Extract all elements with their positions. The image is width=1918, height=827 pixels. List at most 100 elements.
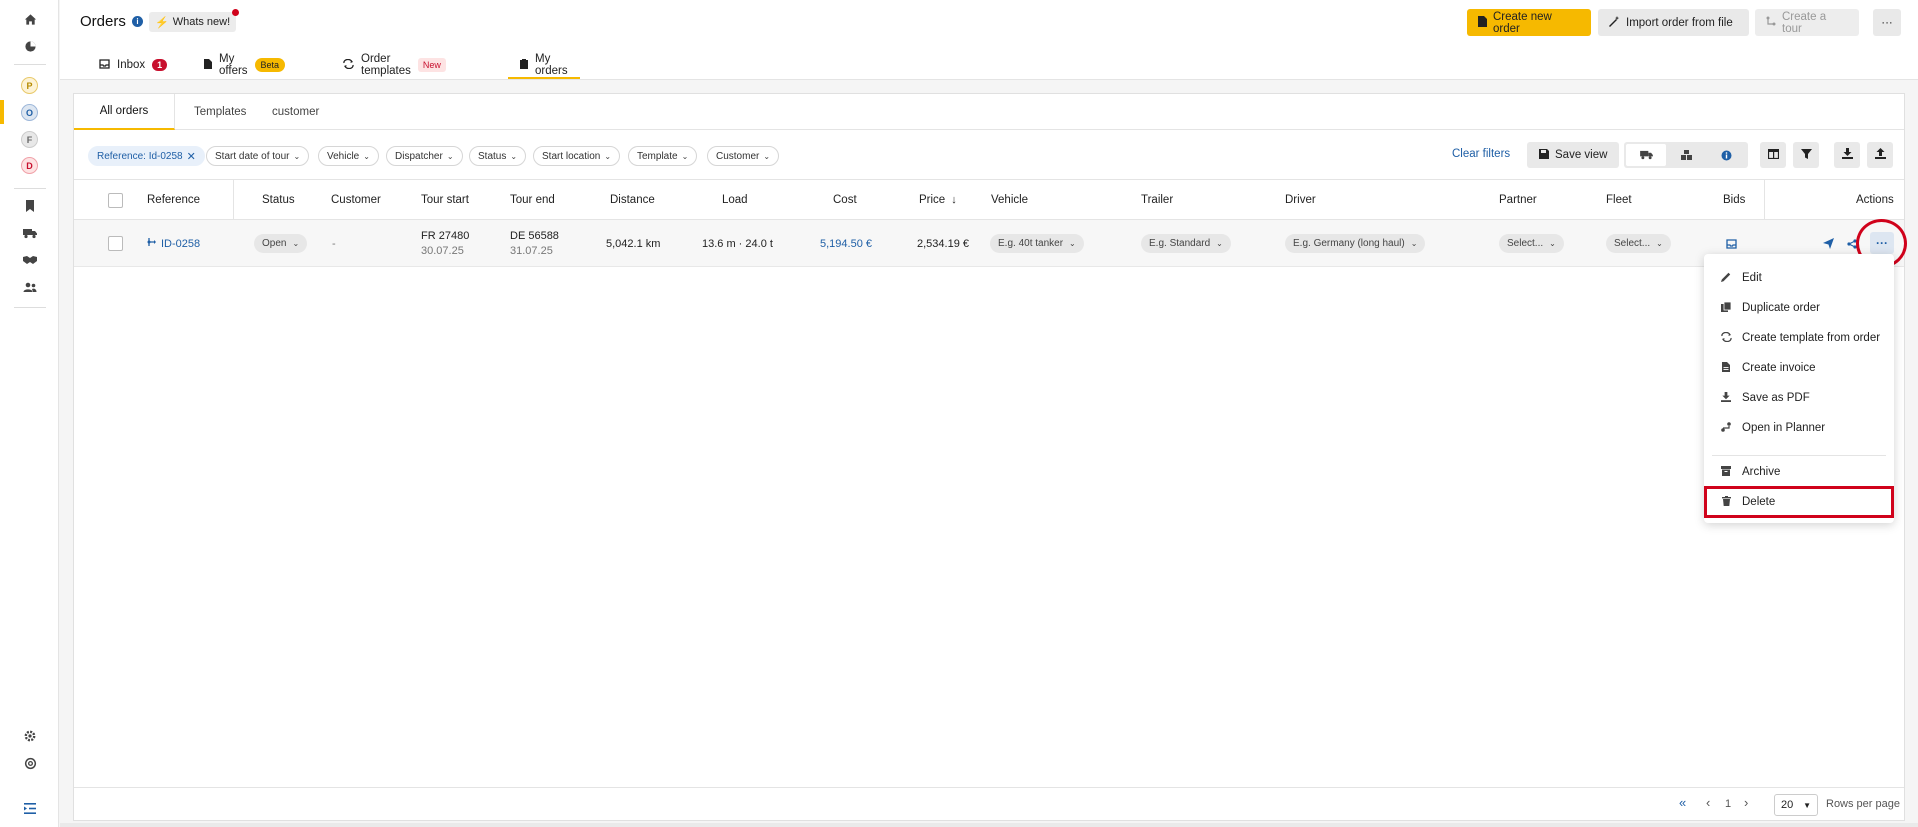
rows-per-page-select[interactable]: 20 ▼ <box>1774 794 1818 816</box>
col-partner[interactable]: Partner <box>1499 180 1537 220</box>
pie-chart-icon[interactable] <box>22 38 38 54</box>
row-status[interactable]: Open ⌄ <box>254 220 308 267</box>
col-vehicle[interactable]: Vehicle <box>991 180 1028 220</box>
rail-workspace-p[interactable]: P <box>21 77 38 94</box>
select-all-checkbox[interactable] <box>108 180 123 220</box>
col-tour-end[interactable]: Tour end <box>510 180 555 220</box>
row-cost[interactable]: 5,194.50 € <box>820 220 872 267</box>
filter-button[interactable] <box>1793 142 1819 168</box>
tab-order-templates[interactable]: Order templates New <box>343 50 446 80</box>
col-load[interactable]: Load <box>722 180 748 220</box>
users-icon[interactable] <box>22 279 38 295</box>
row-checkbox[interactable] <box>108 220 123 267</box>
truck-icon[interactable] <box>22 225 38 241</box>
col-trailer[interactable]: Trailer <box>1141 180 1173 220</box>
col-price[interactable]: Price ↓ <box>919 180 957 220</box>
truck-view-icon[interactable] <box>1626 144 1666 166</box>
row-driver-select[interactable]: E.g. Germany (long haul) ⌄ <box>1285 220 1426 267</box>
chevron-down-icon: ⌄ <box>1549 239 1556 248</box>
menu-item-archive[interactable]: Archive <box>1704 458 1894 486</box>
table-header: Reference Status Customer Tour start Tou… <box>74 180 1904 220</box>
col-cost[interactable]: Cost <box>833 180 857 220</box>
more-options-button[interactable]: ··· <box>1873 9 1901 36</box>
row-reference[interactable]: ID-0258 <box>147 220 200 267</box>
prev-page-icon[interactable]: ‹ <box>1706 795 1710 810</box>
whats-new-button[interactable]: ⚡ Whats new! <box>149 9 240 32</box>
download-button[interactable] <box>1834 142 1860 168</box>
subtab-all-orders[interactable]: All orders <box>74 94 175 130</box>
menu-item-create-template[interactable]: Create template from order <box>1704 324 1894 352</box>
clear-filters-link[interactable]: Clear filters <box>1452 148 1510 160</box>
filter-start-location[interactable]: Start location ⌄ <box>533 146 621 166</box>
import-order-button[interactable]: Import order from file <box>1598 9 1749 36</box>
filter-customer-label: Customer <box>716 150 760 162</box>
subtab-customer[interactable]: customer <box>256 94 335 130</box>
col-reference[interactable]: Reference <box>147 180 200 220</box>
filter-start-date[interactable]: Start date of tour ⌄ <box>206 146 310 166</box>
create-tour-button[interactable]: Create a tour <box>1755 9 1859 36</box>
menu-item-edit[interactable]: Edit <box>1704 264 1894 292</box>
col-status[interactable]: Status <box>262 180 295 220</box>
row-fleet-select[interactable]: Select... ⌄ <box>1606 220 1671 267</box>
save-view-button[interactable]: Save view <box>1527 142 1620 168</box>
route-icon <box>1766 16 1776 29</box>
columns-button[interactable] <box>1760 142 1786 168</box>
menu-item-open-planner[interactable]: Open in Planner <box>1704 414 1894 442</box>
filter-vehicle[interactable]: Vehicle ⌄ <box>318 146 379 166</box>
home-icon[interactable] <box>22 11 38 27</box>
rail-workspace-o[interactable]: O <box>21 104 38 121</box>
filter-status[interactable]: Status ⌄ <box>469 146 527 166</box>
create-order-button[interactable]: Create new order <box>1467 9 1591 36</box>
bottom-scrollbar[interactable] <box>60 823 1918 827</box>
row-vehicle-select[interactable]: E.g. 40t tanker ⌄ <box>990 220 1084 267</box>
boxes-view-icon[interactable] <box>1666 144 1706 166</box>
support-icon[interactable] <box>22 755 38 771</box>
chevron-down-icon: ⌄ <box>510 151 518 161</box>
current-page[interactable]: 1 <box>1725 798 1731 810</box>
subtab-templates[interactable]: Templates <box>178 94 262 130</box>
gear-icon[interactable] <box>22 728 38 744</box>
filter-template[interactable]: Template ⌄ <box>628 146 698 166</box>
caret-down-icon: ▼ <box>1803 800 1811 810</box>
next-page-icon[interactable]: › <box>1744 795 1748 810</box>
chevron-down-icon: ⌄ <box>292 239 300 248</box>
bookmark-icon[interactable] <box>22 198 38 214</box>
info-icon[interactable]: i <box>132 16 143 27</box>
row-trailer-select[interactable]: E.g. Standard ⌄ <box>1141 220 1231 267</box>
col-fleet[interactable]: Fleet <box>1606 180 1632 220</box>
partner-value: Select... <box>1507 238 1544 249</box>
col-customer[interactable]: Customer <box>331 180 381 220</box>
menu-item-create-invoice[interactable]: Create invoice <box>1704 354 1894 382</box>
reference-link[interactable]: ID-0258 <box>161 238 200 250</box>
col-tour-start[interactable]: Tour start <box>421 180 469 220</box>
table-row[interactable]: ID-0258 Open ⌄ - FR 27480 30.07.25 DE 565… <box>74 220 1904 267</box>
col-driver[interactable]: Driver <box>1285 180 1316 220</box>
vehicle-value: E.g. 40t tanker <box>998 238 1064 249</box>
rail-workspace-f[interactable]: F <box>21 131 38 148</box>
download-icon <box>1720 391 1732 405</box>
rail-workspace-d[interactable]: D <box>21 157 38 174</box>
filter-customer[interactable]: Customer ⌄ <box>707 146 780 166</box>
col-distance[interactable]: Distance <box>610 180 655 220</box>
tab-my-orders[interactable]: My orders <box>508 50 580 80</box>
info-view-icon[interactable] <box>1706 144 1746 166</box>
first-page-icon[interactable]: « <box>1679 795 1686 810</box>
remove-filter-icon[interactable]: ✕ <box>187 150 196 163</box>
filter-dispatcher[interactable]: Dispatcher ⌄ <box>386 146 463 166</box>
menu-item-duplicate[interactable]: Duplicate order <box>1704 294 1894 322</box>
col-bids[interactable]: Bids <box>1723 180 1745 220</box>
columns-icon <box>1767 148 1779 162</box>
filter-vehicle-label: Vehicle <box>327 150 360 162</box>
handshake-icon[interactable] <box>22 252 38 268</box>
tab-inbox[interactable]: Inbox 1 <box>99 50 168 80</box>
menu-item-save-pdf[interactable]: Save as PDF <box>1704 384 1894 412</box>
upload-button[interactable] <box>1867 142 1893 168</box>
document-icon <box>1478 15 1487 30</box>
applied-filter-reference[interactable]: Reference: Id-0258 ✕ <box>88 146 205 166</box>
row-partner-select[interactable]: Select... ⌄ <box>1499 220 1564 267</box>
tab-my-offers[interactable]: My offers Beta <box>204 50 286 80</box>
collapse-icon[interactable] <box>22 800 38 816</box>
repeat-icon <box>343 58 354 72</box>
offer-document-icon <box>204 58 212 72</box>
chevron-down-icon: ⌄ <box>604 151 612 161</box>
